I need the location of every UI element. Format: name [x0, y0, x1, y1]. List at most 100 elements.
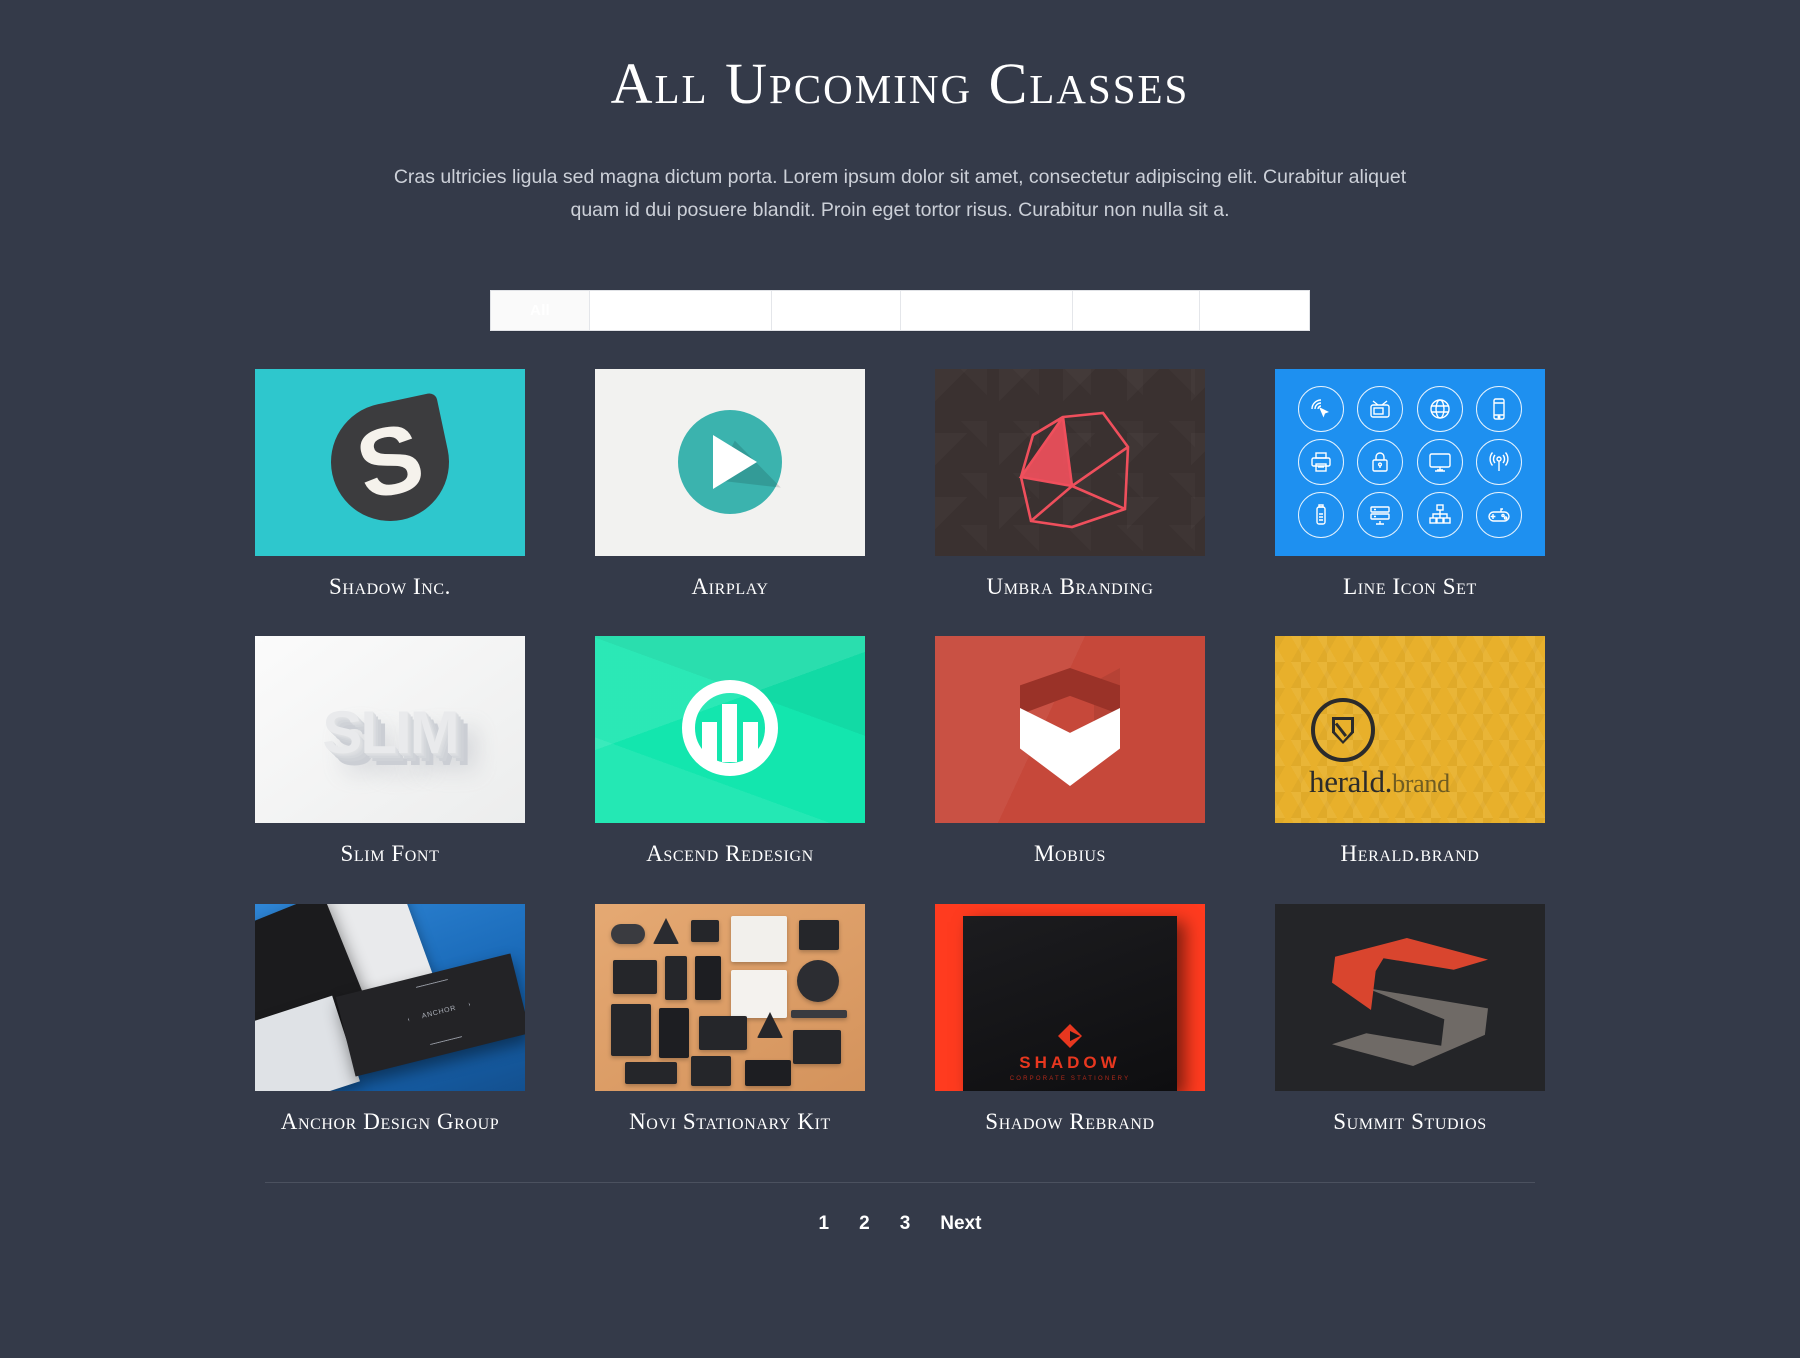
project-card[interactable]: herald.brand Herald.brand	[1275, 636, 1545, 868]
project-card-title: Novi Stationary Kit	[629, 1109, 831, 1135]
novi-item	[797, 960, 839, 1003]
shadow-book-subtitle: CORPORATE STATIONERY	[1009, 1076, 1131, 1083]
novi-item	[731, 916, 787, 963]
project-card[interactable]: Airplay	[595, 368, 865, 601]
novi-item	[793, 1030, 841, 1065]
herald-shield-icon	[1311, 698, 1375, 763]
smartphone-icon	[1476, 386, 1523, 433]
shadow-diamond-icon	[1058, 1024, 1082, 1049]
herald-brand-thumb[interactable]: herald.brand	[1275, 636, 1545, 824]
summit-studios-thumb[interactable]	[1275, 904, 1545, 1092]
ascend-bars-shape	[702, 700, 758, 762]
novi-item	[691, 920, 719, 943]
summit-s-lower-shape	[1332, 988, 1488, 1067]
pagination-next[interactable]: Next	[940, 1213, 981, 1235]
pagination-page-1[interactable]: 1	[819, 1213, 830, 1235]
anchor-design-photo-thumb[interactable]: ANCHOR	[255, 904, 525, 1092]
project-card-title: Anchor Design Group	[280, 1109, 500, 1135]
page-intro-text: Cras ultricies ligula sed magna dictum p…	[393, 165, 1407, 222]
project-grid: S Shadow Inc. Airplay Umbra Branding Lin…	[255, 368, 1545, 1136]
airplay-play-button-thumb[interactable]	[595, 368, 865, 556]
project-card[interactable]: ANCHOR Anchor Design Group	[255, 904, 525, 1136]
project-card[interactable]: Umbra Branding	[935, 368, 1205, 601]
page-root: All Upcoming Classes Cras ultricies ligu…	[0, 0, 1800, 1358]
project-card-title: Line Icon Set	[1343, 573, 1477, 599]
project-card-title: Airplay	[691, 573, 769, 599]
project-card-title: Mobius	[1033, 841, 1107, 867]
pagination-page-3[interactable]: 3	[900, 1213, 911, 1235]
project-card[interactable]: Mobius	[935, 636, 1205, 868]
shadow-inc-logo-thumb[interactable]: S	[255, 368, 525, 556]
novi-item	[745, 1060, 791, 1087]
filter-button-3[interactable]	[772, 290, 901, 330]
project-card-title: Summit Studios	[1333, 1109, 1487, 1135]
gamepad-icon	[1476, 492, 1523, 539]
project-card[interactable]: Line Icon Set	[1275, 368, 1545, 601]
herald-wordmark-sub: brand	[1392, 769, 1450, 799]
novi-item	[731, 970, 787, 1019]
wifi-antenna-icon	[1476, 439, 1523, 486]
novi-item	[611, 1004, 651, 1057]
page-inner: All Upcoming Classes Cras ultricies ligu…	[255, 0, 1545, 1235]
pagination[interactable]: 1 2 3 Next	[265, 1213, 1535, 1235]
mobius-logo-thumb[interactable]	[935, 636, 1205, 824]
project-card-title: Slim Font	[340, 841, 440, 867]
project-card-title: Shadow Inc.	[328, 573, 452, 599]
novi-item	[611, 924, 645, 945]
pagination-page-2[interactable]: 2	[859, 1213, 870, 1235]
icon-grid	[1291, 383, 1529, 542]
filter-bar[interactable]: All	[490, 289, 1310, 331]
line-icon-grid-thumb[interactable]	[1275, 368, 1545, 556]
project-card-title: Umbra Branding	[986, 573, 1154, 599]
shadow-book-wordmark: SHADOW	[1019, 1053, 1121, 1073]
project-card[interactable]: Novi Stationary Kit	[595, 904, 865, 1136]
novi-stationery-thumb[interactable]	[595, 904, 865, 1092]
project-card[interactable]: SLIM Slim Font	[255, 636, 525, 868]
novi-item	[791, 1010, 847, 1019]
tv-icon	[1357, 386, 1404, 433]
novi-item	[625, 1062, 677, 1085]
novi-item	[653, 918, 679, 945]
lock-icon	[1357, 439, 1404, 486]
usb-drive-icon	[1297, 492, 1344, 539]
shadow-rebrand-thumb[interactable]: SHADOW CORPORATE STATIONERY	[935, 904, 1205, 1092]
play-triangle-icon	[713, 435, 757, 490]
novi-item	[665, 956, 687, 1001]
project-card-title: Ascend Redesign	[646, 841, 814, 867]
filter-button-all[interactable]: All	[491, 290, 590, 330]
touch-cursor-icon	[1297, 386, 1344, 433]
sitemap-icon	[1416, 492, 1463, 539]
novi-item	[691, 1056, 731, 1087]
project-card-title: Herald.brand	[1340, 841, 1480, 867]
monitor-icon	[1416, 439, 1463, 486]
slim-font-thumb[interactable]: SLIM	[255, 636, 525, 824]
umbra-wireframe-thumb[interactable]	[935, 368, 1205, 556]
slim-wordmark: SLIM	[322, 698, 459, 766]
filter-button-4[interactable]	[901, 290, 1073, 330]
project-card[interactable]: S Shadow Inc.	[255, 368, 525, 601]
novi-item	[695, 956, 721, 1001]
novi-item	[613, 960, 657, 995]
filter-button-6[interactable]	[1200, 290, 1309, 330]
project-card[interactable]: Summit Studios	[1275, 904, 1545, 1136]
herald-wordmark-main: herald.	[1309, 764, 1393, 800]
globe-icon	[1416, 386, 1463, 433]
server-icon	[1357, 492, 1404, 539]
novi-item	[799, 920, 839, 951]
shadow-book-cover: SHADOW CORPORATE STATIONERY	[963, 916, 1177, 1092]
filter-button-5[interactable]	[1073, 290, 1200, 330]
shadow-letter-s: S	[347, 402, 433, 521]
polyhedron-wireframe-icon	[1018, 411, 1130, 529]
footer-divider	[265, 1181, 1535, 1183]
page-title: All Upcoming Classes	[610, 51, 1190, 116]
project-card[interactable]: Ascend Redesign	[595, 636, 865, 868]
filter-bar-wrapper: All	[490, 289, 1310, 331]
project-card[interactable]: SHADOW CORPORATE STATIONERY Shadow Rebra…	[935, 904, 1205, 1136]
project-card-title: Shadow Rebrand	[985, 1109, 1155, 1135]
filter-button-2[interactable]	[590, 290, 772, 330]
printer-icon	[1297, 439, 1344, 486]
novi-item	[659, 1008, 689, 1059]
novi-item	[699, 1016, 747, 1051]
ascend-logo-thumb[interactable]	[595, 636, 865, 824]
herald-wordmark: herald.brand	[1309, 764, 1450, 800]
